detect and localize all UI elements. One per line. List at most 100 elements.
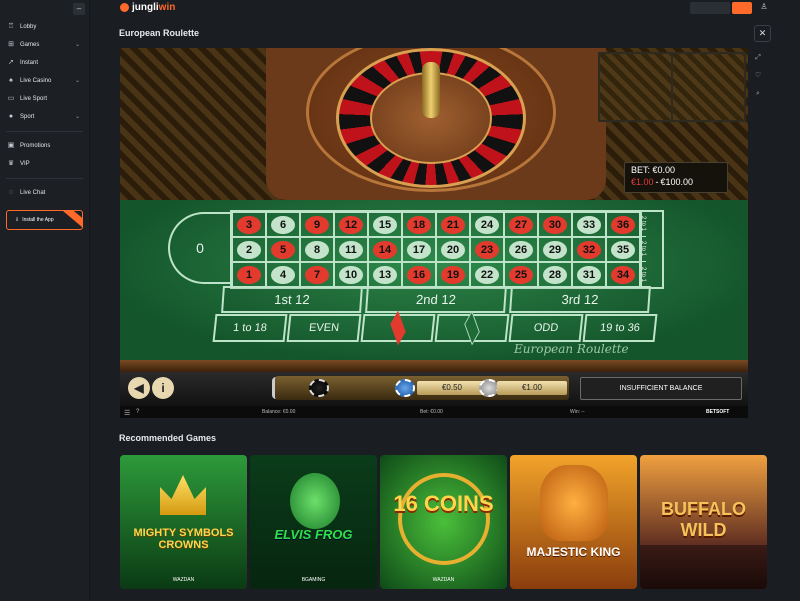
bet-number-14[interactable]: 14	[368, 237, 402, 262]
bet-number-22[interactable]: 22	[470, 262, 504, 287]
bet-number-1[interactable]: 1	[232, 262, 266, 287]
sidebar-item-games[interactable]: ⊞ Games ⌄	[0, 36, 89, 54]
bet-number-20[interactable]: 20	[436, 237, 470, 262]
number-label: 24	[475, 215, 499, 234]
column-bet[interactable]: 2 to 1	[640, 262, 646, 287]
heart-icon[interactable]: ♡	[752, 70, 764, 82]
bet-1-to-18[interactable]: 1 to 18	[212, 314, 288, 342]
bet-1st-12[interactable]: 1st 12	[221, 286, 363, 313]
chevron-down-icon[interactable]: ⌄	[75, 41, 80, 48]
bet-number-7[interactable]: 7	[300, 262, 334, 287]
sidebar-item-lobby[interactable]: ♖ Lobby	[0, 18, 89, 36]
menu-icon[interactable]: ☰	[124, 409, 130, 417]
bet-number-30[interactable]: 30	[538, 212, 572, 237]
bet-2nd-12[interactable]: 2nd 12	[365, 286, 507, 313]
chip-label[interactable]: €0.50	[417, 381, 487, 395]
bet-number-4[interactable]: 4	[266, 262, 300, 287]
chip-selector: €0.50 €1.00	[275, 376, 569, 400]
column-bets: 2 to 1 2 to 1 2 to 1	[640, 210, 664, 289]
game-card[interactable]: ELVIS FROG BGAMING	[250, 455, 377, 589]
install-app-button[interactable]: ⇩ Install the App	[6, 210, 83, 230]
bet-number-15[interactable]: 15	[368, 212, 402, 237]
bet-number-35[interactable]: 35	[606, 237, 640, 262]
bet-number-23[interactable]: 23	[470, 237, 504, 262]
help-icon[interactable]: ?	[136, 409, 139, 415]
bet-number-19[interactable]: 19	[436, 262, 470, 287]
wallet-selector[interactable]	[690, 2, 730, 14]
bet-number-26[interactable]: 26	[504, 237, 538, 262]
bet-number-36[interactable]: 36	[606, 212, 640, 237]
divider	[6, 178, 83, 179]
gift-icon: ▣	[7, 142, 15, 149]
bet-black[interactable]	[434, 310, 510, 346]
info-icon[interactable]: i	[152, 377, 174, 399]
close-game-button[interactable]: ✕	[754, 25, 771, 42]
bet-number-3[interactable]: 3	[232, 212, 266, 237]
sound-icon[interactable]: ◀	[128, 377, 150, 399]
bet-number-21[interactable]: 21	[436, 212, 470, 237]
chip-label[interactable]: €1.00	[497, 381, 567, 395]
brand-logo[interactable]: jungli win	[120, 2, 175, 13]
bet-3rd-12[interactable]: 3rd 12	[509, 286, 651, 313]
column-bet[interactable]: 2 to 1	[640, 237, 646, 262]
betting-table: 0 3 6 9 12 15 18 21 24 27 30 33 36 2 5 8 11 14 17 20 23 26 29…	[120, 200, 748, 360]
bet-zero[interactable]: 0	[168, 212, 230, 284]
deposit-button[interactable]	[732, 2, 752, 14]
game-provider: WAZDAN	[432, 577, 455, 583]
bet-number-17[interactable]: 17	[402, 237, 436, 262]
sidebar-item-vip[interactable]: ♛ VIP	[0, 155, 89, 173]
bet-number-5[interactable]: 5	[266, 237, 300, 262]
bet-number-33[interactable]: 33	[572, 212, 606, 237]
sidebar-item-sport[interactable]: ● Sport ⌄	[0, 108, 89, 126]
game-card[interactable]: MIGHTY SYMBOLS CROWNS WAZDAN	[120, 455, 247, 589]
crown-icon	[160, 475, 206, 515]
bet-number-13[interactable]: 13	[368, 262, 402, 287]
sidebar-item-promotions[interactable]: ▣ Promotions	[0, 137, 89, 155]
chevron-down-icon[interactable]: ⌄	[75, 113, 80, 120]
bet-number-16[interactable]: 16	[402, 262, 436, 287]
bet-number-24[interactable]: 24	[470, 212, 504, 237]
bet-number-12[interactable]: 12	[334, 212, 368, 237]
bet-number-11[interactable]: 11	[334, 237, 368, 262]
bet-number-31[interactable]: 31	[572, 262, 606, 287]
chip-clear[interactable]	[309, 379, 329, 397]
bet-number-10[interactable]: 10	[334, 262, 368, 287]
column-bet[interactable]: 2 to 1	[640, 212, 646, 237]
bet-number-9[interactable]: 9	[300, 212, 334, 237]
bet-number-2[interactable]: 2	[232, 237, 266, 262]
bet-number-28[interactable]: 28	[538, 262, 572, 287]
collapse-sidebar-button[interactable]: –	[73, 3, 85, 15]
bet-number-29[interactable]: 29	[538, 237, 572, 262]
game-card[interactable]: MAJESTIC KING	[510, 455, 637, 589]
bet-19-to-36[interactable]: 19 to 36	[582, 314, 658, 342]
bet-limits: €1.00 - €100.00	[631, 177, 721, 187]
bet-number-25[interactable]: 25	[504, 262, 538, 287]
fullscreen-icon[interactable]: ⤢	[752, 52, 764, 64]
sidebar-item-label: Live Chat	[20, 190, 46, 196]
user-icon[interactable]: ♙	[758, 2, 770, 14]
bet-even[interactable]: EVEN	[286, 314, 362, 342]
bet-odd[interactable]: ODD	[508, 314, 584, 342]
chip-100[interactable]	[479, 379, 499, 397]
chip-050[interactable]	[395, 379, 415, 397]
bet-number-18[interactable]: 18	[402, 212, 436, 237]
game-card[interactable]: BUFFALO WILD	[640, 455, 767, 589]
chevron-down-icon[interactable]: ⌄	[75, 77, 80, 84]
search-icon[interactable]: ⌕	[752, 88, 764, 100]
game-card[interactable]: 16 COINS WAZDAN	[380, 455, 507, 589]
logo-prefix: jungli	[132, 2, 159, 13]
sidebar-item-live-sport[interactable]: ▭ Live Sport	[0, 90, 89, 108]
insufficient-balance-button[interactable]: INSUFFICIENT BALANCE	[580, 377, 742, 400]
sidebar-item-live-chat[interactable]: ◌ Live Chat	[0, 184, 89, 202]
history-slot	[600, 54, 673, 120]
sidebar-item-live-casino[interactable]: ♠ Live Casino ⌄	[0, 72, 89, 90]
bet-number-6[interactable]: 6	[266, 212, 300, 237]
bet-number-27[interactable]: 27	[504, 212, 538, 237]
bet-number-8[interactable]: 8	[300, 237, 334, 262]
bet-number-32[interactable]: 32	[572, 237, 606, 262]
number-label: 13	[373, 265, 397, 284]
bet-number-34[interactable]: 34	[606, 262, 640, 287]
crown-icon: ♛	[7, 160, 15, 167]
sidebar-item-instant[interactable]: ➚ Instant	[0, 54, 89, 72]
bet-red[interactable]	[360, 310, 436, 346]
